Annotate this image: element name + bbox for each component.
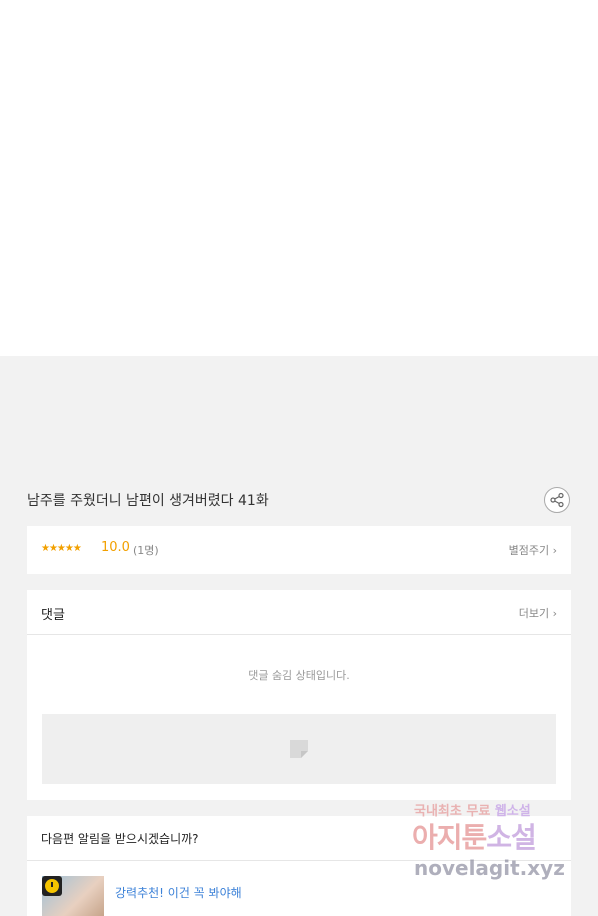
rate-button[interactable]: 별점주기 › (509, 542, 557, 558)
notify-title: 다음편 알림을 받으시겠습니까? (41, 832, 199, 846)
comments-hidden-message: 댓글 숨김 상태입니다. (248, 669, 350, 682)
comment-placeholder (42, 714, 556, 784)
watermark-logo: 아지툰소설 (412, 821, 537, 854)
comments-more-link[interactable]: 더보기 › (519, 605, 557, 621)
rating-card: ★★★★★ 10.0 (1명) 별점주기 › (27, 526, 571, 574)
comments-title: 댓글 (41, 608, 65, 623)
watermark: 국내최초 무료 웹소설 아지툰소설 novelagit.xyz (412, 800, 582, 885)
share-button[interactable] (544, 487, 570, 513)
content-image-area (0, 0, 598, 356)
comments-card: 댓글 더보기 › 댓글 숨김 상태입니다. (27, 590, 571, 800)
watermark-url: novelagit.xyz (414, 856, 565, 880)
rating-count: (1명) (133, 544, 159, 557)
clock-icon (42, 876, 62, 896)
divider (27, 634, 571, 635)
recommend-thumbnail[interactable] (42, 876, 104, 916)
image-placeholder-icon (290, 740, 308, 758)
rating-stars: ★★★★★ (41, 543, 82, 554)
episode-title: 남주를 주웠더니 남편이 생겨버렸다 41화 (27, 493, 269, 509)
share-icon (550, 492, 564, 508)
recommend-link[interactable]: 강력추천! 이건 꼭 봐야해 (115, 884, 242, 901)
rating-score: 10.0 (101, 540, 130, 555)
